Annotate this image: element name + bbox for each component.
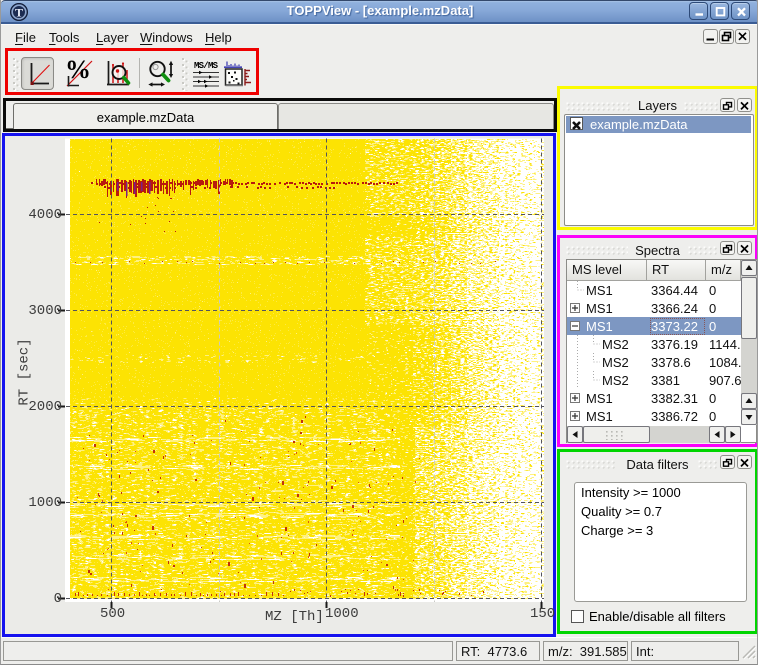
svg-text:MS/MS: MS/MS [194,61,219,71]
svg-text:%: % [65,58,91,84]
svg-text:T: T [15,6,23,20]
